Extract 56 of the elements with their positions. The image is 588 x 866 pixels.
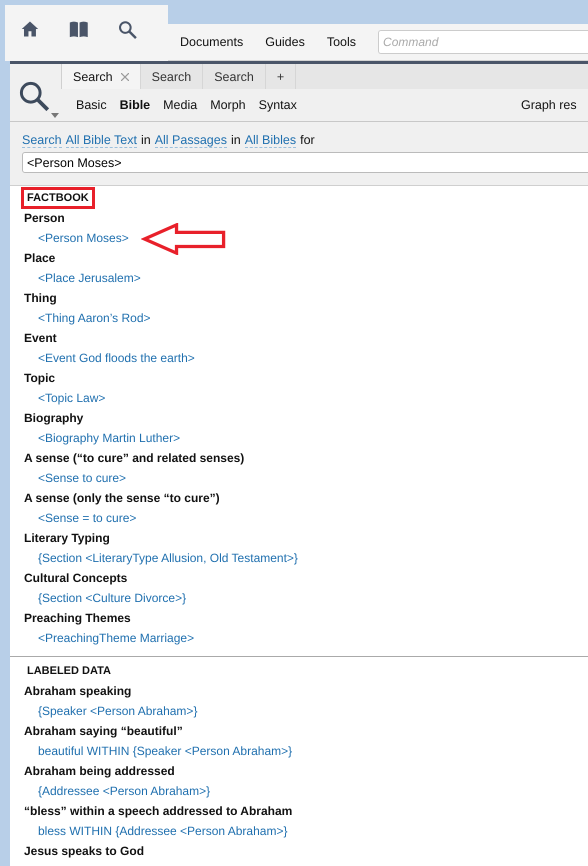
example-label: Literary Typing [24, 530, 111, 547]
query-option-link[interactable]: All Passages [154, 133, 227, 148]
query-option-link[interactable]: Search [22, 133, 62, 148]
example-label: “bless” within a speech addressed to Abraham [24, 803, 294, 820]
example-query-link[interactable]: <Thing Aaron’s Rod> [38, 311, 151, 325]
search-type-tab[interactable]: Media [163, 98, 198, 112]
example-query-link[interactable]: <PreachingTheme Marriage> [38, 631, 194, 645]
tab[interactable]: Search [61, 64, 141, 89]
example-label: Preaching Themes [24, 610, 132, 627]
search-field[interactable]: <Person Moses> [22, 152, 588, 174]
example-label: Abraham being addressed [24, 763, 176, 780]
example-label: Jesus speaks to God [24, 843, 146, 860]
example-label: A sense (“to cure” and related senses) [24, 450, 246, 467]
search-type-tab[interactable]: Basic [76, 98, 107, 112]
example-label: A sense (only the sense “to cure”) [24, 490, 221, 507]
example-label: Person [24, 210, 66, 227]
example-query-link[interactable]: {Section <Culture Divorce>} [38, 591, 186, 605]
example-label: Biography [24, 410, 84, 427]
example-label: Place [24, 250, 56, 267]
example-query-link[interactable]: {Addressee <Person Abraham>} [38, 784, 210, 798]
example-label: Abraham saying “beautiful” [24, 723, 184, 740]
query-option-link[interactable]: All Bibles [244, 133, 296, 148]
example-label: Thing [24, 290, 58, 307]
example-label: Topic [24, 370, 56, 387]
query-option-link[interactable]: All Bible Text [66, 133, 137, 148]
close-icon[interactable] [120, 72, 129, 80]
tab[interactable]: Search [140, 64, 204, 89]
example-query-link[interactable]: <Person Moses> [38, 231, 129, 245]
example-label: Abraham speaking [24, 683, 132, 700]
example-query-link[interactable]: <Sense = to cure> [38, 511, 136, 525]
menu-item[interactable]: Guides [265, 35, 305, 49]
query-text: for [300, 133, 315, 148]
section-title: FACTBOOK [21, 187, 95, 209]
menu-item[interactable]: Tools [326, 35, 356, 49]
example-query-link[interactable]: {Speaker <Person Abraham>} [38, 704, 198, 718]
graph-results-link[interactable]: Graph res [521, 98, 577, 112]
example-label: Cultural Concepts [24, 570, 128, 587]
search-type-tab[interactable]: Morph [210, 98, 246, 112]
search-icon[interactable] [118, 18, 138, 42]
search-type-tab[interactable]: Syntax [258, 98, 297, 112]
example-label: Event [24, 330, 58, 347]
example-query-link[interactable]: <Topic Law> [38, 391, 106, 405]
example-query-link[interactable]: bless WITHIN {Addressee <Person Abraham>} [38, 824, 288, 838]
section-title: LABELED DATA [26, 664, 112, 679]
example-query-link[interactable]: <Biography Martin Luther> [38, 431, 180, 445]
example-query-link[interactable]: <Place Jerusalem> [38, 271, 141, 285]
example-query-link[interactable]: beautiful WITHIN {Speaker <Person Abraham>} [38, 744, 292, 758]
menu-item[interactable]: Documents [180, 35, 244, 49]
example-query-link[interactable]: <Event God floods the earth> [38, 351, 195, 365]
command-field[interactable]: Command [378, 30, 588, 54]
example-query-link[interactable]: <Sense to cure> [38, 471, 126, 485]
dropdown-icon[interactable] [51, 113, 59, 118]
example-query-link[interactable]: {Section <LiteraryType Allusion, Old Testament>} [38, 551, 298, 565]
query-text: in [230, 133, 241, 148]
query-text: in [140, 133, 151, 148]
search-type-tab[interactable]: Bible [120, 98, 150, 112]
